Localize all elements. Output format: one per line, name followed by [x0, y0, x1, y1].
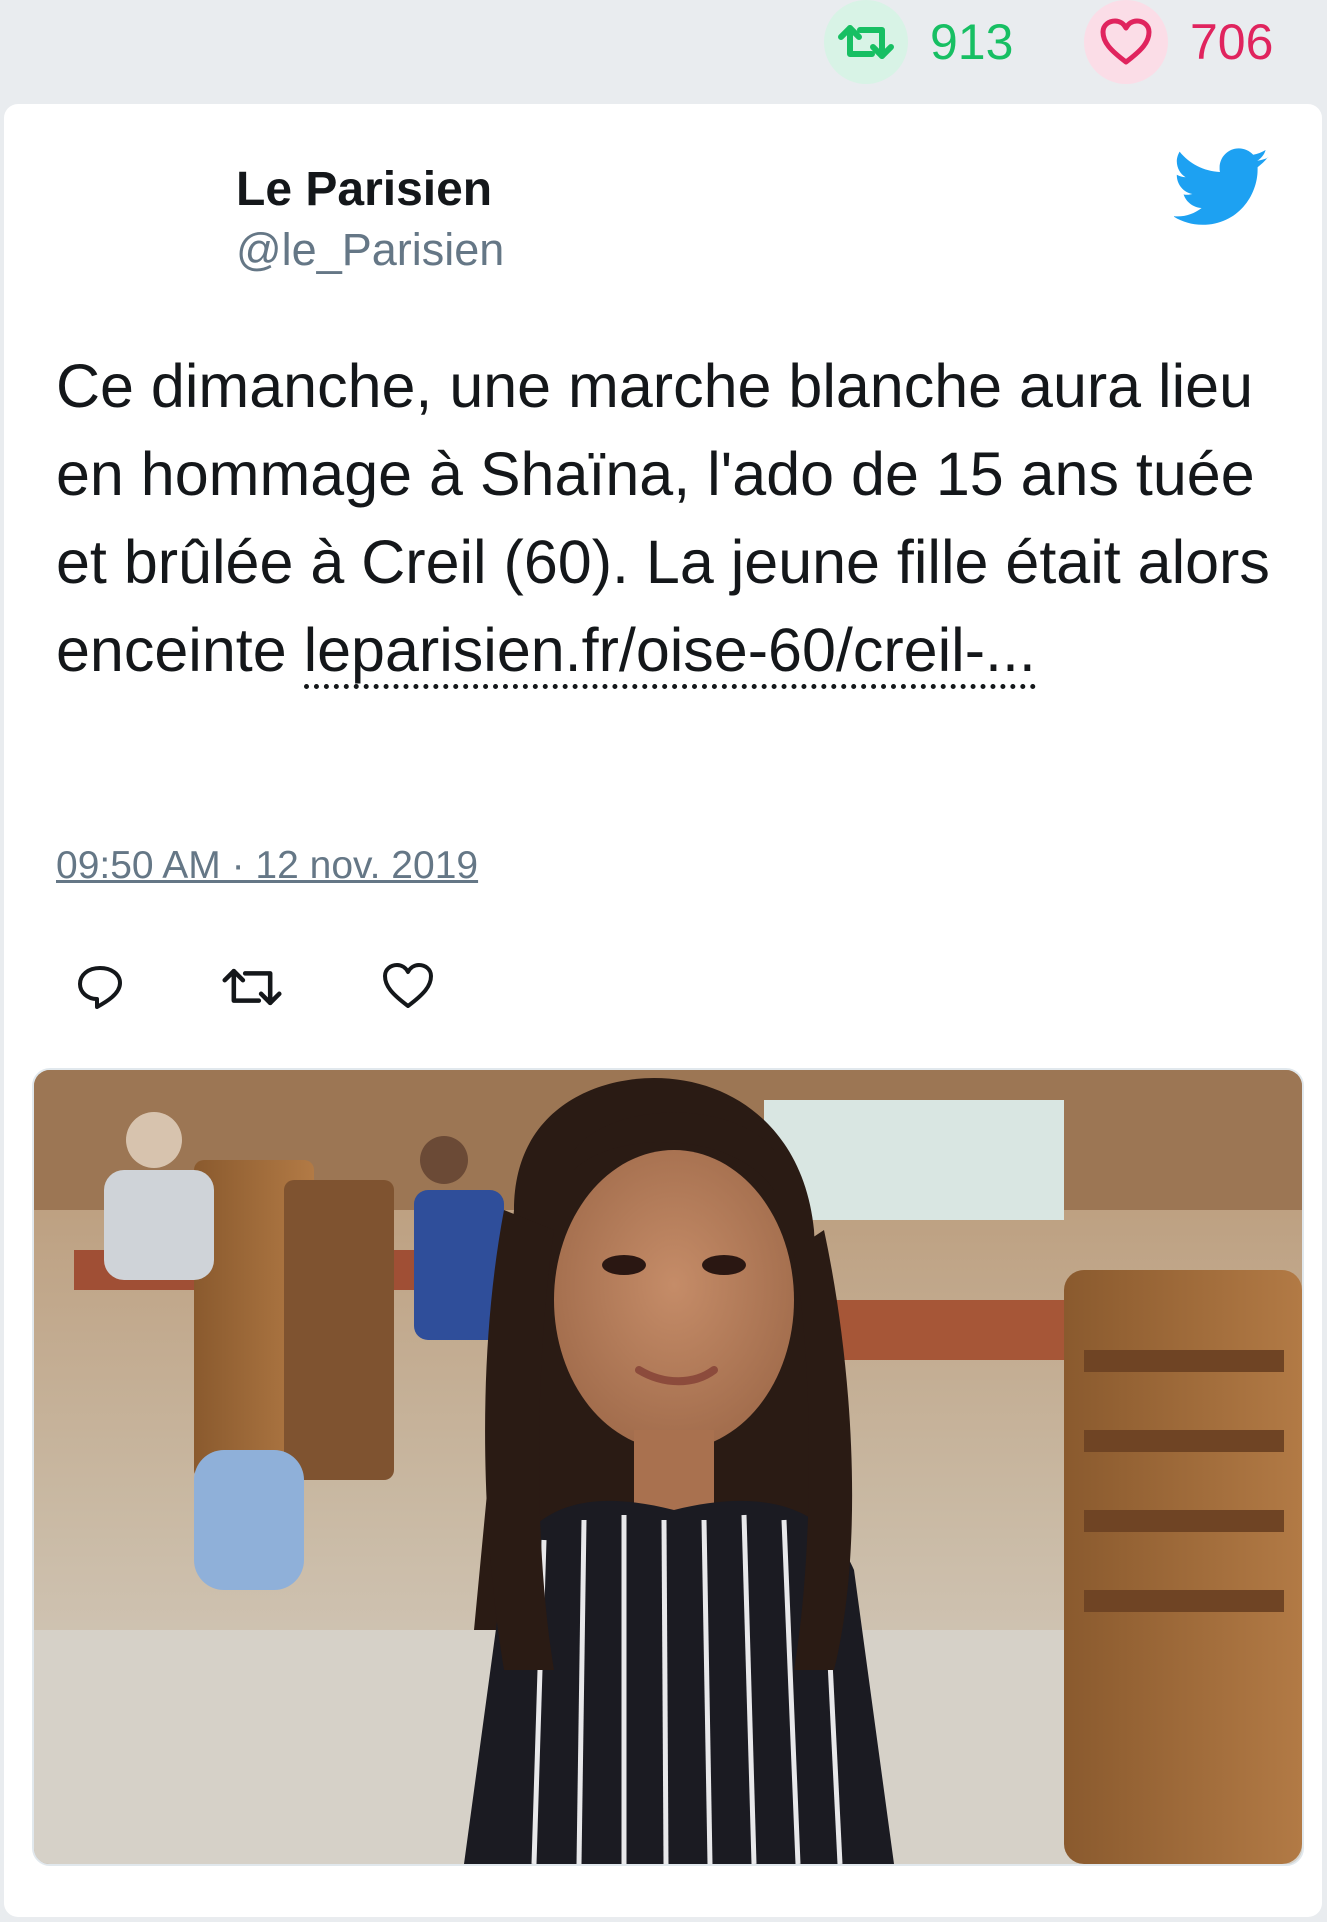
retweet-count: 913: [930, 14, 1014, 70]
retweet-button[interactable]: [219, 962, 282, 1022]
retweet-icon: [824, 0, 908, 84]
twitter-bird-icon[interactable]: [1174, 148, 1270, 228]
tweet-link[interactable]: leparisien.fr/oise-60/creil-...: [303, 616, 1036, 689]
like-count: 706: [1190, 14, 1274, 70]
author-name[interactable]: Le Parisien: [236, 162, 492, 217]
photo-image: [34, 1070, 1302, 1864]
reply-icon: [78, 966, 122, 1009]
tweet-card: Le Parisien @le_Parisien Ce dimanche, un…: [4, 104, 1322, 1917]
reply-button[interactable]: [74, 962, 134, 1022]
tweet-timestamp[interactable]: 09:50 AM · 12 nov. 2019: [56, 844, 478, 888]
heart-icon: [1084, 0, 1168, 84]
engagement-stats: 913 706: [0, 0, 1327, 100]
author-handle[interactable]: @le_Parisien: [236, 224, 504, 276]
like-count-stat[interactable]: 706: [1084, 0, 1273, 84]
tweet-text: Ce dimanche, une marche blanche aura lie…: [56, 342, 1276, 694]
retweet-icon: [222, 968, 282, 1006]
retweet-count-stat[interactable]: 913: [824, 0, 1013, 84]
heart-icon: [383, 963, 433, 1008]
like-button[interactable]: [382, 962, 442, 1022]
tweet-media-photo[interactable]: [32, 1068, 1304, 1866]
